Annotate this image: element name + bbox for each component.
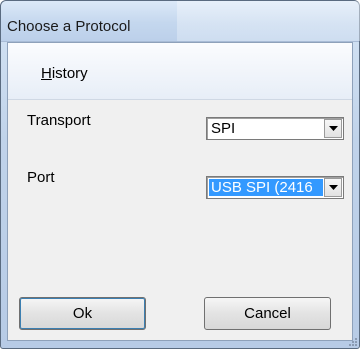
- transport-select[interactable]: SPI: [206, 117, 344, 140]
- chevron-down-icon: [329, 185, 338, 190]
- dialog-window: Choose a Protocol History Transport SPI …: [0, 0, 360, 349]
- window-title: Choose a Protocol: [7, 18, 131, 35]
- transport-select-value: SPI: [211, 120, 236, 137]
- transport-label: Transport: [27, 112, 91, 129]
- ok-button[interactable]: Ok: [19, 297, 146, 330]
- transport-dropdown-button[interactable]: [324, 119, 342, 138]
- menu-item-history-accelerator: H: [41, 65, 52, 82]
- port-dropdown-button[interactable]: [324, 178, 342, 197]
- menu-bar: History: [8, 43, 352, 100]
- chevron-down-icon: [329, 126, 338, 131]
- title-bar-glass: [177, 1, 360, 41]
- menu-item-history-label: istory: [51, 65, 88, 82]
- title-bar[interactable]: Choose a Protocol: [1, 1, 360, 42]
- port-select[interactable]: USB SPI (2416: [206, 176, 344, 199]
- port-select-value: USB SPI (2416: [209, 179, 323, 196]
- port-label: Port: [27, 169, 55, 186]
- dialog-client-area: History Transport SPI Port USB SPI (2416…: [7, 42, 353, 341]
- menu-item-history[interactable]: History: [41, 65, 88, 82]
- resize-grip-icon[interactable]: [346, 335, 358, 347]
- cancel-button[interactable]: Cancel: [204, 297, 331, 330]
